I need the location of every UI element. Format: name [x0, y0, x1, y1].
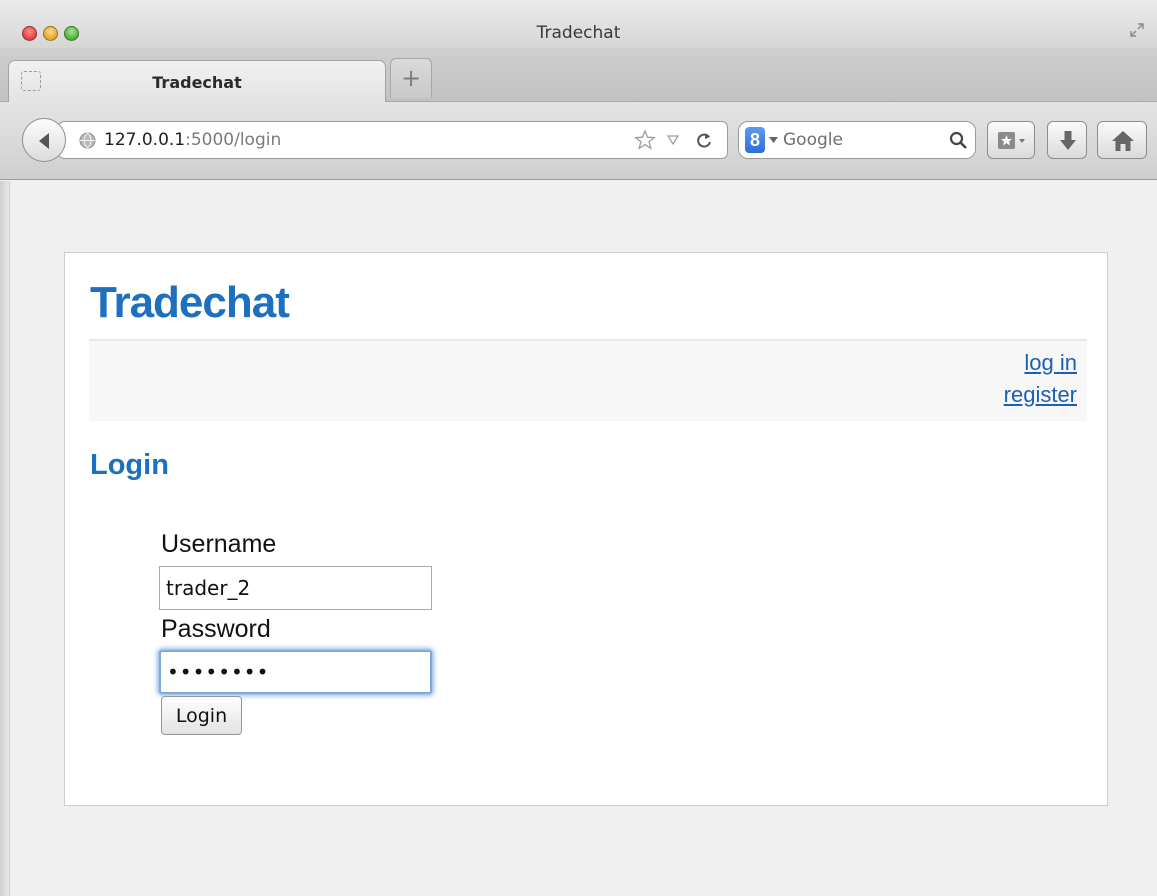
site-title: Tradechat [90, 278, 290, 327]
star-icon[interactable] [634, 129, 656, 151]
tab-title: Tradechat [152, 73, 242, 92]
downloads-button[interactable] [1047, 121, 1087, 159]
home-button[interactable] [1097, 121, 1147, 159]
username-label: Username [161, 530, 277, 558]
meta-navigation: log in register [89, 339, 1087, 421]
register-link[interactable]: register [1004, 382, 1077, 408]
password-field[interactable] [159, 650, 432, 694]
magnifier-icon[interactable] [949, 131, 968, 150]
search-engine-badge[interactable]: 8 [745, 127, 765, 153]
bookmarks-icon [998, 132, 1025, 149]
username-field[interactable] [159, 566, 432, 610]
window-title: Tradechat [536, 23, 621, 43]
url-host: 127.0.0.1 [104, 130, 186, 150]
chevron-down-icon[interactable] [769, 137, 778, 144]
tab-strip: Tradechat [0, 48, 1157, 103]
url-path: :5000/login [185, 130, 282, 150]
login-link[interactable]: log in [1024, 350, 1077, 376]
back-arrow-icon [39, 133, 49, 149]
search-input[interactable] [781, 124, 931, 156]
navigation-toolbar: 127.0.0.1:5000/login 8 [0, 102, 1157, 180]
browser-window: Tradechat Tradechat + 127.0.0.1:5000/log… [0, 0, 1157, 896]
window-edge [0, 181, 10, 896]
search-bar[interactable]: 8 [738, 121, 976, 159]
address-bar[interactable]: 127.0.0.1:5000/login [58, 121, 728, 159]
title-bar: Tradechat [0, 0, 1157, 48]
globe-icon [79, 132, 96, 149]
tab-tradechat[interactable]: Tradechat [8, 60, 386, 103]
login-submit-button[interactable]: Login [161, 696, 242, 735]
url-text[interactable]: 127.0.0.1:5000/login [104, 130, 281, 150]
back-button[interactable] [22, 118, 66, 162]
new-tab-button[interactable]: + [390, 58, 432, 98]
bookmarks-button[interactable] [987, 121, 1035, 159]
reload-icon[interactable] [695, 131, 713, 149]
download-icon [1060, 131, 1076, 150]
home-icon [1112, 131, 1134, 151]
password-label: Password [161, 615, 271, 643]
section-title: Login [90, 449, 169, 481]
dropdown-triangle-icon[interactable] [667, 134, 679, 146]
fullscreen-icon[interactable] [1129, 22, 1145, 38]
